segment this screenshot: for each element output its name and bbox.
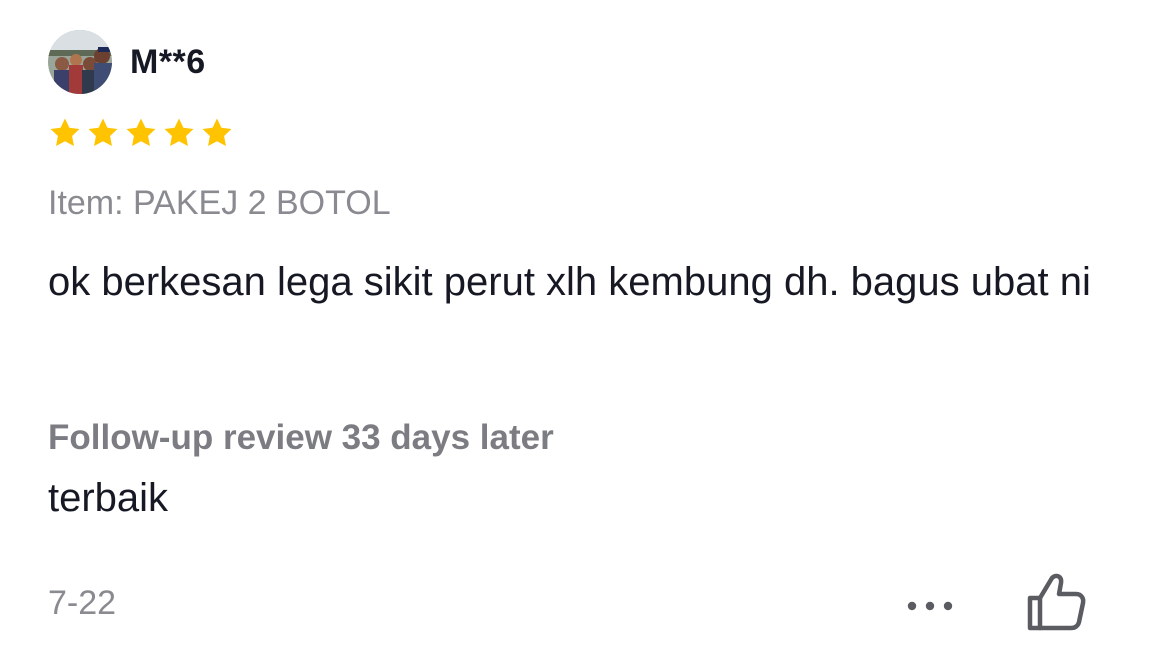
review-date: 7-22 — [48, 584, 117, 622]
star-icon — [200, 116, 234, 150]
star-rating — [48, 116, 234, 150]
avatar-photo — [48, 30, 112, 94]
review-card: M**6 Item: PAKEJ 2 BOTOL ok berkesan leg… — [0, 0, 1170, 672]
username[interactable]: M**6 — [130, 43, 206, 82]
followup-text: terbaik — [48, 476, 169, 520]
like-button[interactable] — [1024, 572, 1098, 636]
star-icon — [48, 116, 82, 150]
more-options-icon — [907, 601, 953, 611]
star-icon — [86, 116, 120, 150]
avatar[interactable] — [48, 30, 112, 94]
star-icon — [124, 116, 158, 150]
followup-label: Follow-up review 33 days later — [48, 418, 554, 457]
review-header: M**6 — [48, 30, 206, 94]
more-options-button[interactable] — [900, 586, 960, 626]
star-icon — [162, 116, 196, 150]
thumbs-up-icon — [1027, 573, 1086, 631]
review-text: ok berkesan lega sikit perut xlh kembung… — [48, 260, 1091, 304]
item-variant-label: Item: PAKEJ 2 BOTOL — [48, 184, 391, 222]
